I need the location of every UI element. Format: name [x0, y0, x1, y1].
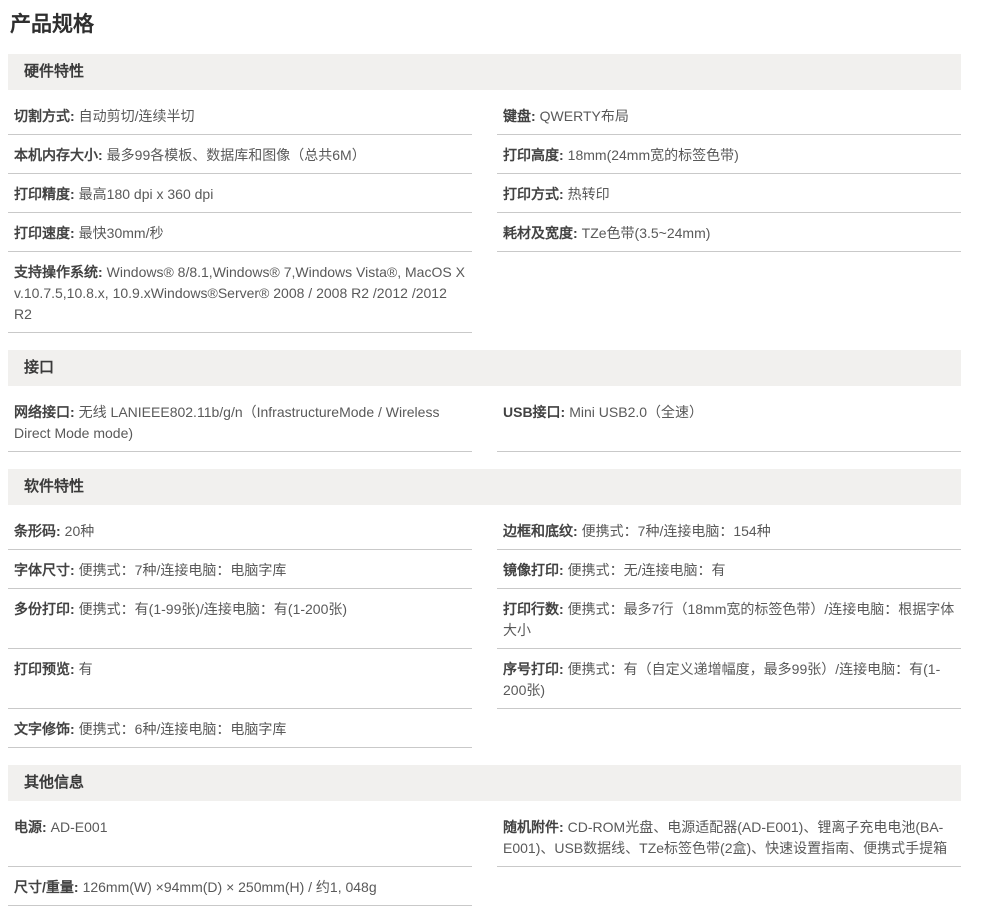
spec-value: 便携式：有（自定义递增幅度，最多99张）/连接电脑：有(1-200张) [503, 661, 941, 698]
spec-label: USB接口: [503, 404, 566, 420]
spec-label: 键盘: [503, 108, 536, 124]
spec-label: 多份打印: [14, 601, 75, 617]
spec-label: 打印行数: [503, 601, 564, 617]
spec-label: 文字修饰: [14, 721, 75, 737]
spec-value: 便携式：有(1-99张)/连接电脑：有(1-200张) [78, 601, 348, 617]
section-hardware-features: 硬件特性 切割方式: 自动剪切/连续半切 键盘: QWERTY布局 本机内存大小: 最… [8, 54, 961, 333]
spec-cell-serial-printing: 序号打印: 便携式：有（自定义递增幅度，最多99张）/连接电脑：有(1-200张) [497, 649, 961, 709]
spec-value: 便携式：最多7行（18mm宽的标签色带）/连接电脑：根据字体大小 [503, 601, 955, 638]
spec-label: 打印速度: [14, 225, 75, 241]
spec-cell-multiple-copies: 多份打印: 便携式：有(1-99张)/连接电脑：有(1-200张) [8, 589, 472, 649]
product-specs-page: 产品规格 硬件特性 切割方式: 自动剪切/连续半切 键盘: QWERTY布局 本机内… [8, 12, 961, 906]
spec-value: 便携式：7种/连接电脑：154种 [581, 523, 771, 539]
spec-cell-empty [497, 867, 961, 906]
spec-cell-supported-os: 支持操作系统: Windows® 8/8.1,Windows® 7,Windows… [8, 252, 472, 333]
spec-label: 打印高度: [503, 147, 564, 163]
section-header: 接口 [8, 350, 961, 386]
spec-value: 热转印 [567, 186, 610, 202]
section-software-features: 软件特性 条形码: 20种 边框和底纹: 便携式：7种/连接电脑：154种 字体尺寸… [8, 469, 961, 748]
spec-label: 打印预览: [14, 661, 75, 677]
spec-value: AD-E001 [50, 819, 108, 835]
spec-value: 有 [78, 661, 93, 677]
spec-value: 最多99各模板、数据库和图像（总共6M） [106, 147, 366, 163]
page-title: 产品规格 [10, 13, 94, 36]
spec-value: 最高180 dpi x 360 dpi [78, 186, 214, 202]
spec-cell-print-method: 打印方式: 热转印 [497, 174, 961, 213]
spec-cell-text-decoration: 文字修饰: 便携式：6种/连接电脑：电脑字库 [8, 709, 472, 748]
section-other-info: 其他信息 电源: AD-E001 随机附件: CD-ROM光盘、电源适配器(AD-E… [8, 765, 961, 906]
spec-value: 126mm(W) ×94mm(D) × 250mm(H) / 约1, 048g [82, 879, 377, 895]
spec-cell-print-resolution: 打印精度: 最高180 dpi x 360 dpi [8, 174, 472, 213]
spec-label: 序号打印: [503, 661, 564, 677]
spec-value: 自动剪切/连续半切 [78, 108, 195, 124]
spec-label: 镜像打印: [503, 562, 564, 578]
spec-value: TZe色带(3.5~24mm) [581, 225, 711, 241]
spec-cell-included-accessories: 随机附件: CD-ROM光盘、电源适配器(AD-E001)、锂离子充电电池(BA-… [497, 807, 961, 867]
spec-value: 便携式：无/连接电脑：有 [567, 562, 726, 578]
spec-value: 最快30mm/秒 [78, 225, 164, 241]
spec-value: 20种 [64, 523, 95, 539]
spec-cell-memory-size: 本机内存大小: 最多99各模板、数据库和图像（总共6M） [8, 135, 472, 174]
spec-cell-keyboard: 键盘: QWERTY布局 [497, 96, 961, 135]
spec-value: 无线 LANIEEE802.11b/g/n（InfrastructureMode… [14, 404, 440, 441]
spec-label: 切割方式: [14, 108, 75, 124]
spec-cell-consumables-width: 耗材及宽度: TZe色带(3.5~24mm) [497, 213, 961, 252]
spec-cell-print-speed: 打印速度: 最快30mm/秒 [8, 213, 472, 252]
spec-label: 耗材及宽度: [503, 225, 578, 241]
spec-rows: 网络接口: 无线 LANIEEE802.11b/g/n（Infrastructur… [8, 392, 961, 452]
spec-label: 打印精度: [14, 186, 75, 202]
spec-cell-empty [497, 709, 961, 748]
spec-value: Mini USB2.0（全速） [569, 404, 704, 420]
spec-value: 18mm(24mm宽的标签色带) [567, 147, 739, 163]
spec-cell-power-supply: 电源: AD-E001 [8, 807, 472, 867]
spec-label: 边框和底纹: [503, 523, 578, 539]
spec-cell-dimensions-weight: 尺寸/重量: 126mm(W) ×94mm(D) × 250mm(H) / 约1,… [8, 867, 472, 906]
spec-cell-cutting-method: 切割方式: 自动剪切/连续半切 [8, 96, 472, 135]
spec-value: 便携式：6种/连接电脑：电脑字库 [78, 721, 287, 737]
section-header: 硬件特性 [8, 54, 961, 90]
spec-rows: 条形码: 20种 边框和底纹: 便携式：7种/连接电脑：154种 字体尺寸: 便携式：… [8, 511, 961, 748]
spec-label: 电源: [14, 819, 47, 835]
spec-label: 打印方式: [503, 186, 564, 202]
spec-label: 支持操作系统: [14, 264, 103, 280]
spec-label: 字体尺寸: [14, 562, 75, 578]
spec-label: 本机内存大小: [14, 147, 103, 163]
spec-cell-print-preview: 打印预览: 有 [8, 649, 472, 709]
spec-label: 尺寸/重量: [14, 879, 79, 895]
section-header: 其他信息 [8, 765, 961, 801]
spec-label: 条形码: [14, 523, 61, 539]
spec-cell-empty [497, 252, 961, 333]
spec-value: QWERTY布局 [539, 108, 629, 124]
spec-value: 便携式：7种/连接电脑：电脑字库 [78, 562, 287, 578]
spec-cell-print-height: 打印高度: 18mm(24mm宽的标签色带) [497, 135, 961, 174]
section-interfaces: 接口 网络接口: 无线 LANIEEE802.11b/g/n（Infrastruc… [8, 350, 961, 452]
spec-cell-font-sizes: 字体尺寸: 便携式：7种/连接电脑：电脑字库 [8, 550, 472, 589]
spec-cell-usb-interface: USB接口: Mini USB2.0（全速） [497, 392, 961, 452]
spec-cell-barcodes: 条形码: 20种 [8, 511, 472, 550]
section-header: 软件特性 [8, 469, 961, 505]
spec-rows: 电源: AD-E001 随机附件: CD-ROM光盘、电源适配器(AD-E001)、… [8, 807, 961, 906]
spec-label: 网络接口: [14, 404, 75, 420]
spec-cell-network-interface: 网络接口: 无线 LANIEEE802.11b/g/n（Infrastructur… [8, 392, 472, 452]
spec-value: CD-ROM光盘、电源适配器(AD-E001)、锂离子充电电池(BA-E001)… [503, 819, 948, 856]
spec-cell-print-lines: 打印行数: 便携式：最多7行（18mm宽的标签色带）/连接电脑：根据字体大小 [497, 589, 961, 649]
spec-cell-mirror-printing: 镜像打印: 便携式：无/连接电脑：有 [497, 550, 961, 589]
spec-rows: 切割方式: 自动剪切/连续半切 键盘: QWERTY布局 本机内存大小: 最多99各模… [8, 96, 961, 333]
spec-label: 随机附件: [503, 819, 564, 835]
spec-cell-frames-shading: 边框和底纹: 便携式：7种/连接电脑：154种 [497, 511, 961, 550]
